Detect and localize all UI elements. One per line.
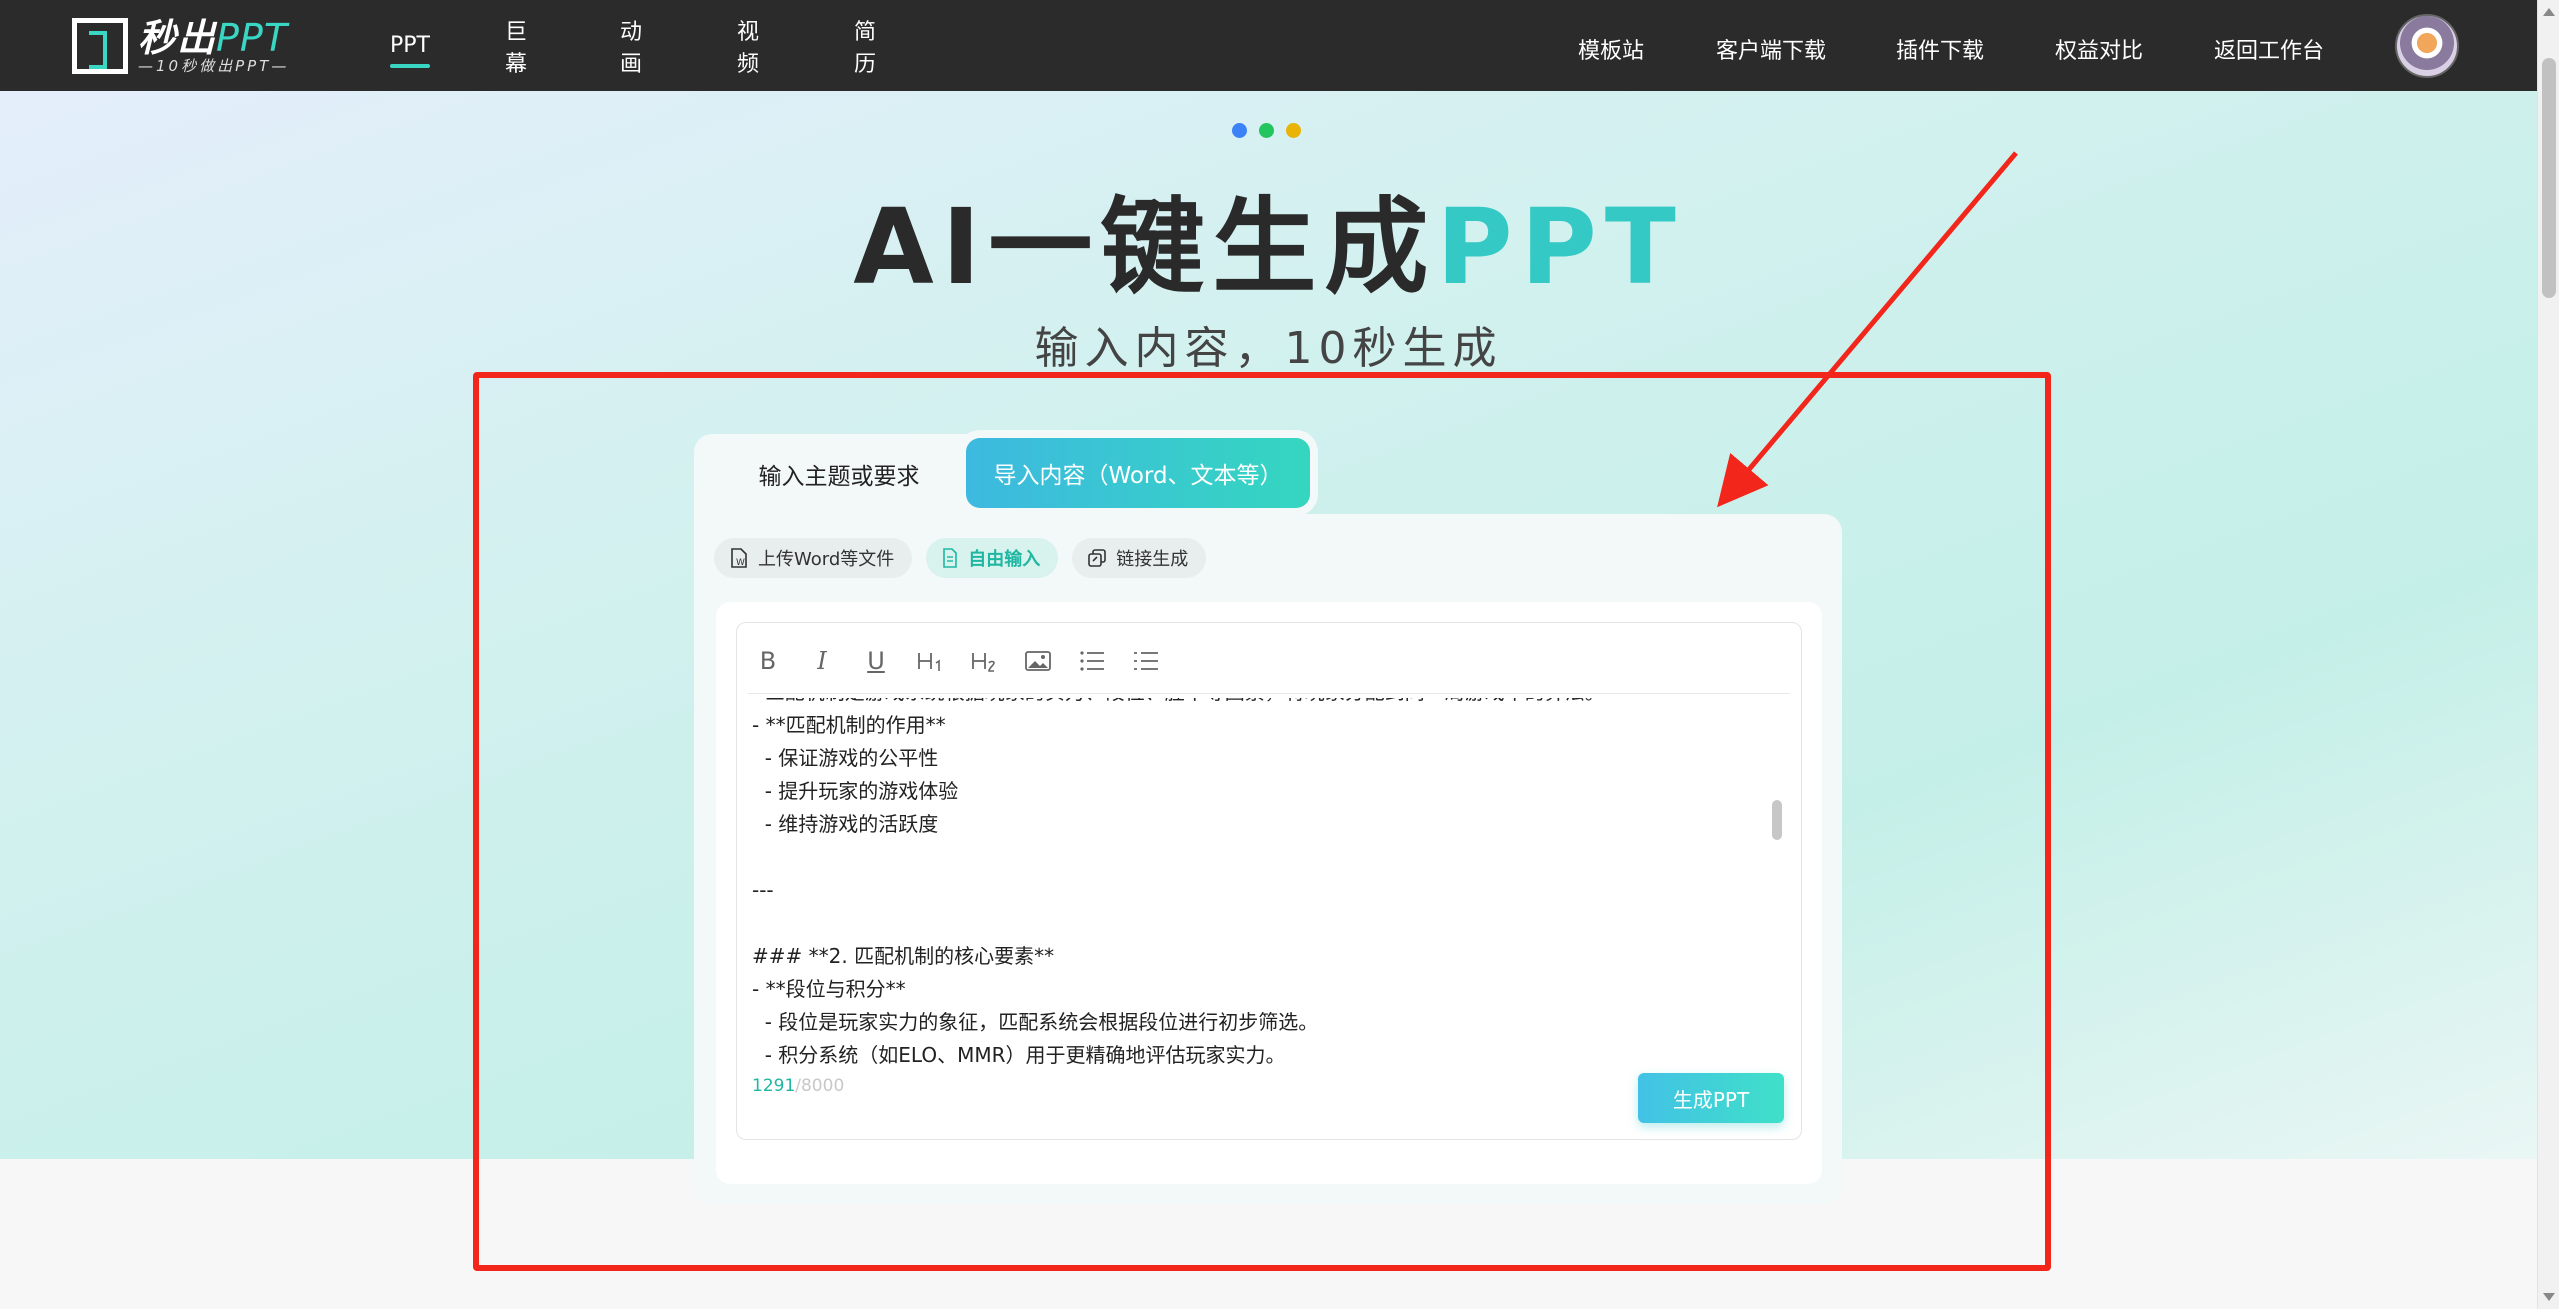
logo-mark-icon [72,18,128,74]
highlight-box [473,372,2051,1271]
nav-template-site[interactable]: 模板站 [1578,33,1644,65]
logo-ppt-text: PPT [216,16,289,60]
scroll-down-icon[interactable] [2543,1293,2555,1301]
scrollbar-thumb[interactable] [2542,58,2556,298]
scroll-up-icon[interactable] [2543,8,2555,16]
nav-benefits-compare[interactable]: 权益对比 [2055,33,2143,65]
nav-ppt[interactable]: PPT [390,33,430,68]
yellow-dot-icon [1286,123,1301,138]
nav-video[interactable]: 视频 [737,14,759,78]
logo-text: 秒出 [138,16,217,60]
green-dot-icon [1259,123,1274,138]
nav-animation[interactable]: 动画 [620,14,642,78]
nav-jumu[interactable]: 巨幕 [505,14,527,78]
nav-resume[interactable]: 简历 [854,14,876,78]
page-subtitle: 输入内容，10秒生成 [1034,323,1503,374]
fox-avatar-icon[interactable] [2395,14,2459,78]
blue-dot-icon [1232,123,1247,138]
nav-plugin-download[interactable]: 插件下载 [1896,33,1984,65]
top-nav: 秒出PPT —10秒做出PPT— PPT 巨幕 动画 视频 简历 模板站 客户端… [0,0,2537,91]
logo[interactable]: 秒出PPT —10秒做出PPT— [72,18,289,74]
decor-dots [1232,123,1301,138]
logo-tagline: —10秒做出PPT— [138,57,290,75]
title-accent: PPT [1436,186,1684,308]
page-scrollbar[interactable] [2537,0,2559,1309]
nav-client-download[interactable]: 客户端下载 [1716,33,1826,65]
page-title: AI一键生成PPT [853,186,1684,308]
nav-back-to-workspace[interactable]: 返回工作台 [2214,33,2324,65]
